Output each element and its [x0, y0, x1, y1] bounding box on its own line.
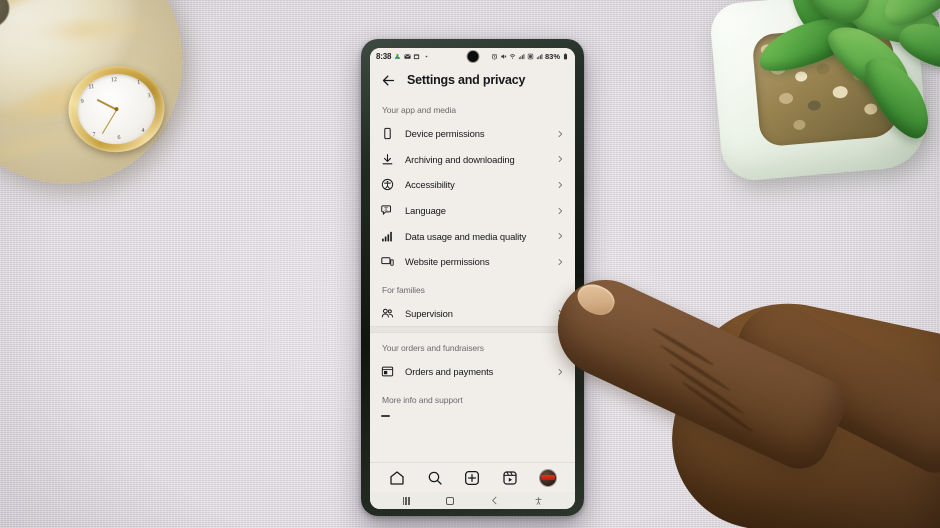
- pointing-hand: [541, 254, 940, 528]
- page-title: Settings and privacy: [407, 73, 526, 87]
- translate-icon: 文: [381, 205, 392, 216]
- home-icon[interactable]: [389, 470, 405, 486]
- app-header: Settings and privacy: [370, 65, 575, 95]
- status-bar-notification-icons: [394, 53, 430, 60]
- alarm-icon: [491, 54, 498, 60]
- chevron-right-icon: [558, 130, 563, 137]
- reels-icon[interactable]: [502, 470, 518, 486]
- marble-vein: [33, 17, 155, 41]
- settings-row-label: Data usage and media quality: [405, 230, 527, 242]
- wifi-icon: [509, 54, 516, 59]
- accessibility-button[interactable]: [517, 496, 561, 506]
- chevron-right-icon: [558, 207, 563, 214]
- chevron-right-icon: [558, 233, 563, 240]
- settings-row-supervision[interactable]: Supervision: [370, 301, 575, 327]
- potted-succulent: [708, 0, 940, 193]
- download-icon: [382, 153, 393, 165]
- section-heading-your-orders-and-fundraisers: Your orders and fundraisers: [382, 343, 484, 354]
- scene-photo: 12 3 6 9 1 4 7 11 8:38 83% Settings and …: [0, 0, 940, 528]
- signal2-icon: [536, 54, 543, 60]
- settings-row-language[interactable]: 文 Language: [370, 198, 575, 224]
- smartphone-device: 8:38 83% Settings and privacy Your app a…: [361, 39, 584, 516]
- android-system-nav: [370, 492, 575, 509]
- settings-row-archiving-and-downloading[interactable]: Archiving and downloading: [370, 147, 575, 173]
- sim-icon: [527, 53, 534, 60]
- battery-percentage-label: 83%: [544, 52, 560, 61]
- svg-text:文: 文: [384, 205, 389, 212]
- status-bar-system-icons: 83%: [491, 52, 569, 61]
- people-icon: [381, 308, 394, 318]
- signal-icon: [518, 54, 525, 60]
- calendar-icon: [414, 54, 420, 60]
- settings-row-label: Language: [405, 205, 446, 217]
- clock-center-pin: [114, 106, 119, 112]
- index-finger: [541, 264, 855, 479]
- settings-row-label: Accessibility: [405, 179, 455, 191]
- partial-icon: [381, 414, 390, 417]
- clock-dial: 12 3 6 9 1 4 7 11: [74, 70, 159, 148]
- receipt-icon: [381, 367, 394, 377]
- section-heading-for-families: For families: [382, 284, 425, 295]
- settings-list[interactable]: Your app and media Device permissions Ar…: [370, 95, 575, 462]
- marble-clock-ornament: 12 3 6 9 1 4 7 11: [0, 0, 201, 202]
- search-icon[interactable]: [427, 470, 443, 486]
- section-heading-more-info-and-support: More info and support: [382, 394, 463, 405]
- settings-row-orders-and-payments[interactable]: Orders and payments: [370, 359, 575, 385]
- accessibility-icon: [381, 179, 394, 191]
- hand-knuckles: [655, 283, 940, 528]
- mute-icon: [501, 54, 507, 59]
- front-camera-punch-hole: [467, 51, 478, 62]
- chevron-right-icon: [558, 156, 563, 163]
- drive-icon: [395, 53, 401, 59]
- status-bar-time: 8:38: [376, 52, 392, 61]
- home-button[interactable]: [428, 496, 472, 505]
- settings-row-label: Orders and payments: [405, 366, 494, 378]
- settings-row-data-usage-and-media-quality[interactable]: Data usage and media quality: [370, 223, 575, 249]
- settings-row-device-permissions[interactable]: Device permissions: [370, 121, 575, 147]
- profile-avatar[interactable]: [540, 469, 557, 486]
- phone-outline-icon: [384, 128, 391, 140]
- android-status-bar: 8:38 83%: [370, 48, 575, 65]
- phone-screen: 8:38 83% Settings and privacy Your app a…: [370, 48, 575, 509]
- chevron-right-icon: [558, 310, 563, 317]
- app-bottom-nav: [370, 462, 575, 492]
- middle-finger: [722, 290, 940, 481]
- section-heading-your-app-and-media: Your app and media: [382, 105, 456, 115]
- recents-button[interactable]: [384, 496, 428, 505]
- settings-row-label: Archiving and downloading: [405, 153, 515, 165]
- settings-row-website-permissions[interactable]: Website permissions: [370, 249, 575, 275]
- battery-icon: [563, 53, 568, 60]
- chevron-right-icon: [558, 181, 563, 189]
- create-icon[interactable]: [464, 470, 480, 486]
- clock-gold-bezel: 12 3 6 9 1 4 7 11: [64, 62, 169, 157]
- chevron-right-icon: [558, 258, 563, 265]
- back-button[interactable]: [473, 496, 517, 505]
- section-divider: [370, 326, 575, 334]
- settings-row-partial-cutoff[interactable]: [370, 411, 575, 417]
- chevron-right-icon: [558, 368, 563, 375]
- gmail-icon: [404, 54, 411, 59]
- settings-row-label: Website permissions: [405, 256, 490, 268]
- monitor-icon: [381, 257, 394, 267]
- signal-bars-icon: [382, 231, 392, 242]
- settings-row-label: Device permissions: [405, 128, 485, 140]
- dot-icon: [425, 55, 428, 58]
- settings-row-accessibility[interactable]: Accessibility: [370, 172, 575, 198]
- settings-row-label: Supervision: [405, 307, 453, 319]
- back-arrow-icon[interactable]: [381, 73, 396, 88]
